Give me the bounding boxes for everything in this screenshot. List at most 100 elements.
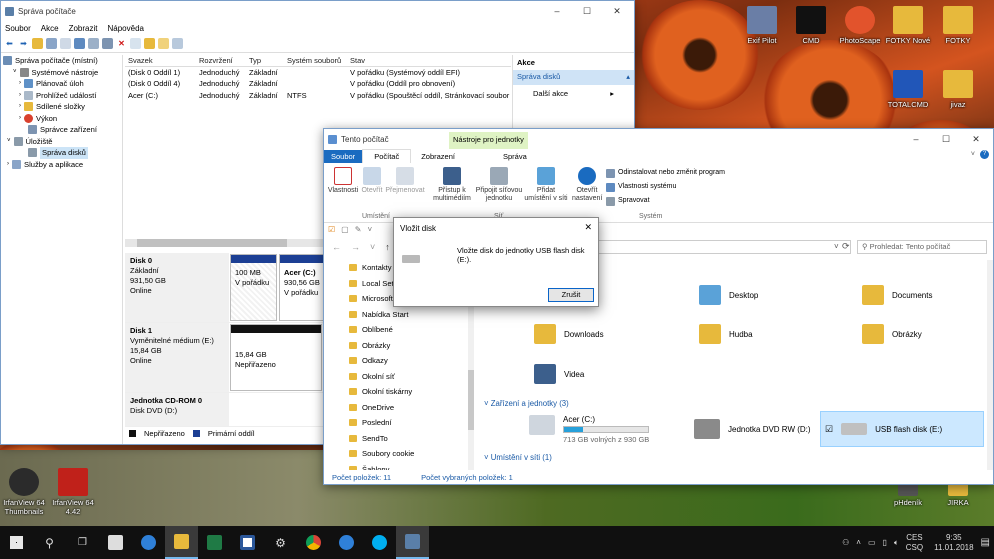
forward-arrow-icon[interactable]: ➡ [18, 38, 29, 49]
tab-sprava[interactable]: Správa [493, 150, 537, 163]
system-properties-button[interactable]: Vlastnosti systému [606, 183, 676, 192]
table-row[interactable]: (Disk 0 Oddíl 4) Jednoduchý Základní V pořá… [125, 78, 511, 90]
folder-documents[interactable]: Documents [862, 285, 932, 305]
taskbar-app[interactable] [330, 526, 363, 559]
tree-item[interactable]: Správa počítače (místní) [1, 55, 122, 67]
properties-icon[interactable] [60, 38, 71, 49]
column-header[interactable]: Systém souborů [284, 55, 347, 66]
nav-item[interactable]: SendTo [324, 431, 471, 447]
taskbar-settings[interactable]: ⚙ [264, 526, 297, 559]
volume-icon[interactable]: 🔈︎ [894, 538, 899, 548]
manage-button[interactable]: Spravovat [606, 197, 650, 206]
maximize-button[interactable]: ☐ [931, 129, 961, 149]
address-chevron-icon[interactable]: ˅ [834, 242, 839, 251]
table-row[interactable]: (Disk 0 Oddíl 1) Jednoduchý Základní V pořá… [125, 67, 511, 79]
partition[interactable]: 15,84 GB Nepřiřazeno [230, 324, 322, 391]
notifications-icon[interactable]: ▤ [981, 537, 990, 548]
search-input[interactable]: ⚲ Prohledat: Tento počítač [857, 240, 987, 254]
tab-soubor[interactable]: Soubor [324, 149, 363, 163]
help-icon[interactable]: ? [980, 150, 989, 159]
connect-icon[interactable] [102, 38, 113, 49]
taskbar-excel[interactable] [198, 526, 231, 559]
map-network-drive-button[interactable]: Připojit síťovou jednotku [474, 167, 524, 203]
nav-item[interactable]: Odkazy [324, 353, 471, 369]
nav-item[interactable]: Okolní tiskárny [324, 384, 471, 400]
properties-button[interactable]: Vlastnosti [327, 167, 359, 195]
drive-dvd[interactable]: Jednotka DVD RW (D:) [694, 419, 811, 439]
uninstall-program-button[interactable]: Odinstalovat nebo změnit program [606, 169, 725, 178]
refresh-icon[interactable]: ⟳ [842, 241, 850, 252]
maximize-button[interactable]: ☐ [572, 1, 602, 21]
nav-item[interactable]: Oblíbené [324, 322, 471, 338]
recent-chevron-icon[interactable]: ˅ [370, 242, 375, 252]
folder-icon[interactable] [144, 38, 155, 49]
back-arrow-icon[interactable]: ⬅ [4, 38, 15, 49]
group-network-header[interactable]: ˅ Umístění v síti (1) [484, 453, 552, 462]
search-button[interactable]: ⚲ [33, 526, 66, 559]
nav-item[interactable]: Poslední [324, 415, 471, 431]
taskbar-skype[interactable] [363, 526, 396, 559]
tree-item[interactable]: › Sdílené složky [1, 101, 122, 113]
help-icon[interactable] [74, 38, 85, 49]
minimize-button[interactable]: – [901, 129, 931, 149]
desktop-icon-fotky[interactable]: FOTKY [929, 6, 987, 45]
tree-item[interactable]: › Služby a aplikace [1, 159, 122, 171]
close-button[interactable]: ✕ [961, 129, 991, 149]
network-icon[interactable]: ▭ [868, 538, 876, 547]
task-view-button[interactable]: ❐ [66, 526, 99, 559]
group-devices-header[interactable]: ˅ Zařízení a jednotky (3) [484, 399, 569, 408]
menu-soubor[interactable]: Soubor [5, 24, 31, 33]
nav-item[interactable]: OneDrive [324, 400, 471, 416]
column-header[interactable]: Typ [246, 55, 284, 66]
nav-item[interactable]: Obrázky [324, 338, 471, 354]
tray-chevron-icon[interactable]: ˄ [856, 538, 861, 547]
taskbar-edge[interactable] [132, 526, 165, 559]
partition[interactable]: Acer (C:) 930,56 GB V pořádku [279, 254, 325, 321]
checkbox[interactable]: ☑ [825, 424, 833, 435]
cancel-button[interactable]: Zrušit [548, 288, 594, 302]
folder-videos[interactable]: Videa [534, 364, 584, 384]
folder-music[interactable]: Hudba [699, 324, 753, 344]
back-arrow-icon[interactable]: ← [332, 242, 341, 252]
explorer-titlebar[interactable]: Tento počítač Nástroje pro jednotky [324, 129, 993, 149]
content-scrollbar[interactable] [987, 260, 993, 470]
tree-item-selected[interactable]: Správa disků [1, 147, 122, 159]
people-icon[interactable]: ⚇ [842, 538, 849, 547]
check-icon[interactable] [130, 38, 141, 49]
battery-icon[interactable]: ▯ [883, 538, 887, 547]
drive-c[interactable]: Acer (C:) 713 GB volných z 930 GB [529, 415, 649, 444]
open-button[interactable]: Otevřít [359, 167, 385, 195]
taskbar-word[interactable] [231, 526, 264, 559]
close-button[interactable]: ✕ [602, 1, 632, 21]
tree-item[interactable]: › Výkon [1, 113, 122, 125]
taskbar-explorer[interactable] [165, 526, 198, 559]
up-folder-icon[interactable] [32, 38, 43, 49]
partition[interactable]: 100 MB V pořádku [230, 254, 277, 321]
media-access-button[interactable]: Přístup k multimédiím [430, 167, 474, 203]
menu-zobrazit[interactable]: Zobrazit [69, 24, 98, 33]
pin-icon[interactable]: ▢ [341, 225, 349, 234]
nav-item[interactable]: Okolní síť [324, 369, 471, 385]
console-tree-icon[interactable] [46, 38, 57, 49]
actions-section[interactable]: Správa disků ▴ [513, 70, 634, 85]
menu-napoveda[interactable]: Nápověda [108, 24, 144, 33]
nav-item[interactable]: Soubory cookie [324, 446, 471, 462]
more-actions-item[interactable]: Další akce ▸ [513, 85, 634, 102]
delete-icon[interactable]: ✕ [116, 38, 127, 49]
tree-item[interactable]: Správce zařízení [1, 124, 122, 136]
minimize-button[interactable]: – [542, 1, 572, 21]
folder-downloads[interactable]: Downloads [534, 324, 604, 344]
nav-item[interactable]: Nabídka Start [324, 307, 471, 323]
rename-button[interactable]: Přejmenovat [384, 167, 426, 195]
menu-akce[interactable]: Akce [41, 24, 59, 33]
taskbar-chrome[interactable] [297, 526, 330, 559]
folder-pictures[interactable]: Obrázky [862, 324, 922, 344]
tree-item[interactable]: ˅ Systémové nástroje [1, 67, 122, 79]
language-indicator[interactable]: CES CSQ [906, 533, 923, 553]
dialog-close-button[interactable]: ✕ [584, 222, 592, 233]
taskbar-store[interactable] [99, 526, 132, 559]
tree-item[interactable]: ˅ Úložiště [1, 136, 122, 148]
taskbar-computer-management[interactable] [396, 526, 429, 559]
chevron-down-icon[interactable]: ˅ [367, 225, 372, 234]
column-header[interactable]: Svazek [125, 55, 196, 66]
